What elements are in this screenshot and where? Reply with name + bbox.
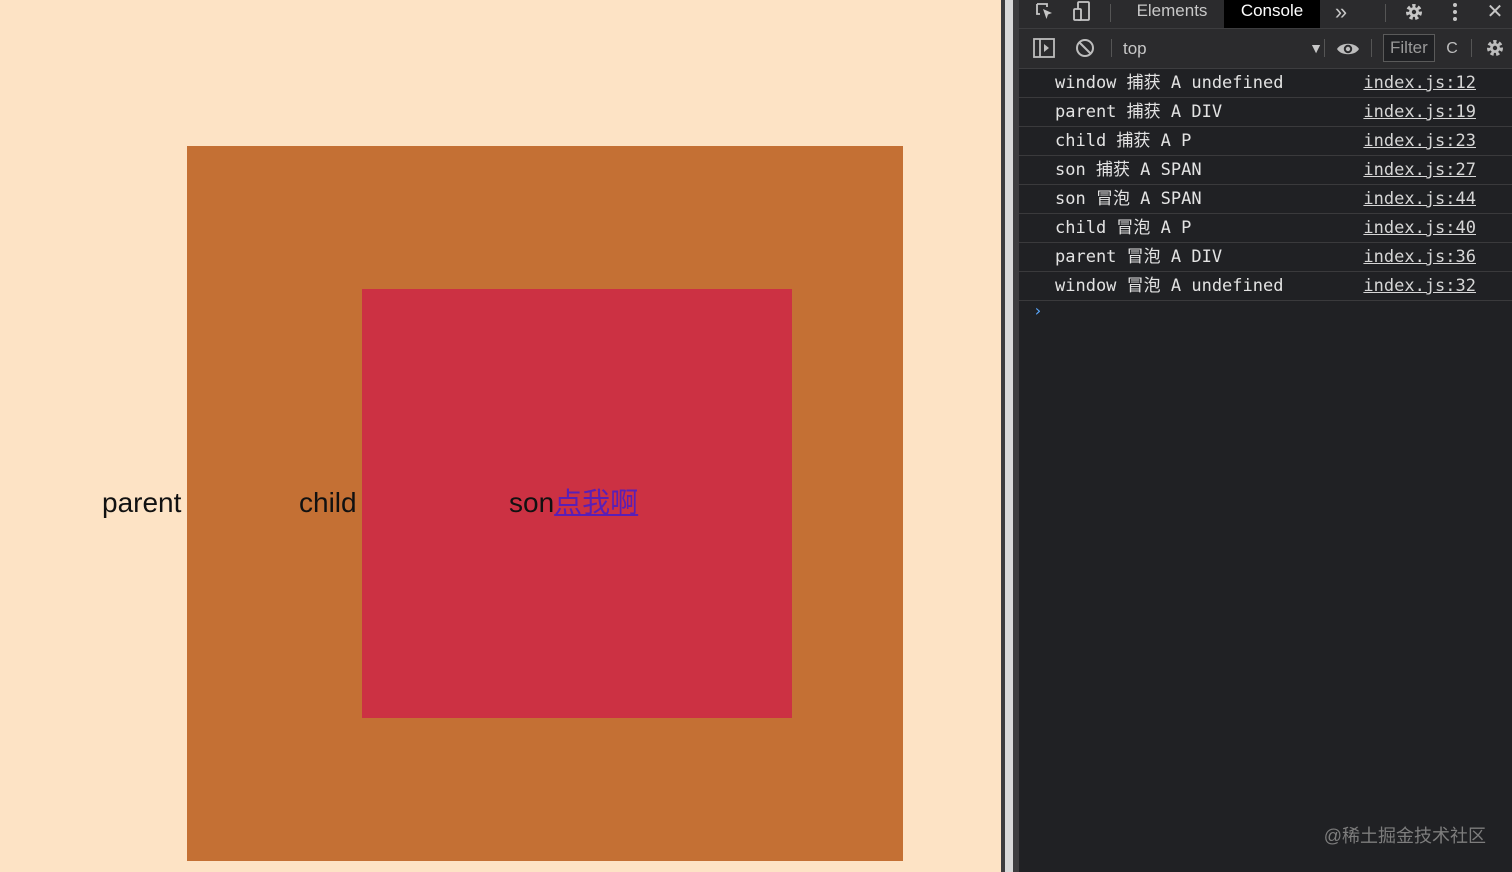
toolbar-divider (1371, 39, 1372, 57)
console-message-text: child 捕获 A P (1055, 131, 1192, 151)
console-toolbar: top ▼ C (1019, 29, 1512, 69)
console-settings-gear-icon[interactable] (1481, 29, 1509, 68)
kebab-menu-icon[interactable] (1441, 0, 1469, 26)
console-source-link[interactable]: index.js:23 (1363, 127, 1476, 155)
tab-console[interactable]: Console (1224, 0, 1320, 28)
sidebar-toggle-icon[interactable] (1031, 29, 1057, 68)
console-message: parent 冒泡 A DIV index.js:36 (1019, 243, 1512, 272)
console-message: child 捕获 A P index.js:23 (1019, 127, 1512, 156)
context-select-value: top (1123, 39, 1147, 58)
watermark: @稀土掘金技术社区 (1323, 826, 1486, 846)
parent-label: parent (102, 487, 182, 518)
console-messages: window 捕获 A undefined index.js:12 parent… (1019, 69, 1512, 301)
console-source-link[interactable]: index.js:12 (1363, 69, 1476, 97)
gear-icon[interactable] (1399, 0, 1429, 26)
eye-icon[interactable] (1333, 29, 1363, 68)
console-source-link[interactable]: index.js:27 (1363, 156, 1476, 184)
console-message-text: son 冒泡 A SPAN (1055, 189, 1202, 209)
filter-input[interactable] (1383, 34, 1435, 62)
splitter-handle[interactable] (1005, 0, 1013, 872)
devtools-tabbar: Elements Console » ✕ (1019, 0, 1512, 29)
console-message-text: window 捕获 A undefined (1055, 73, 1284, 93)
console-message: window 冒泡 A undefined index.js:32 (1019, 272, 1512, 301)
device-toggle-icon[interactable] (1069, 0, 1097, 26)
console-message-text: window 冒泡 A undefined (1055, 276, 1284, 296)
inspect-element-icon[interactable] (1031, 0, 1059, 26)
console-source-link[interactable]: index.js:44 (1363, 185, 1476, 213)
clear-console-icon[interactable] (1073, 29, 1097, 68)
console-message-text: child 冒泡 A P (1055, 218, 1192, 238)
tabbar-divider (1110, 4, 1111, 22)
console-message: parent 捕获 A DIV index.js:19 (1019, 98, 1512, 127)
console-prompt[interactable]: › (1033, 301, 1043, 320)
console-message-text: parent 冒泡 A DIV (1055, 247, 1223, 267)
context-select[interactable]: top ▼ (1123, 29, 1323, 68)
console-message: child 冒泡 A P index.js:40 (1019, 214, 1512, 243)
console-source-link[interactable]: index.js:40 (1363, 214, 1476, 242)
tab-elements[interactable]: Elements (1123, 0, 1221, 28)
console-message: window 捕获 A undefined index.js:12 (1019, 69, 1512, 98)
son-label: son (509, 487, 555, 518)
dropdown-arrow-icon: ▼ (1309, 40, 1323, 56)
console-message-text: parent 捕获 A DIV (1055, 102, 1223, 122)
console-source-link[interactable]: index.js:32 (1363, 272, 1476, 300)
toolbar-divider (1111, 39, 1112, 57)
toolbar-divider (1324, 39, 1325, 57)
console-source-link[interactable]: index.js:36 (1363, 243, 1476, 271)
console-source-link[interactable]: index.js:19 (1363, 98, 1476, 126)
son-link[interactable]: 点我啊 (554, 487, 638, 518)
devtools-splitter[interactable] (1001, 0, 1019, 872)
toolbar-divider (1471, 39, 1472, 57)
son-element: son点我啊 (509, 489, 638, 517)
console-message-text: son 捕获 A SPAN (1055, 160, 1202, 180)
console-message: son 冒泡 A SPAN index.js:44 (1019, 185, 1512, 214)
tabbar-divider (1385, 4, 1386, 22)
page-viewport: parent child son点我啊 (0, 0, 1001, 872)
devtools-panel: Elements Console » ✕ top ▼ Filter C wind… (1019, 0, 1512, 872)
close-icon[interactable]: ✕ (1481, 0, 1509, 26)
console-message: son 捕获 A SPAN index.js:27 (1019, 156, 1512, 185)
custom-levels-truncated[interactable]: C (1443, 29, 1461, 68)
child-label: child (299, 487, 357, 518)
more-tabs-icon[interactable]: » (1327, 0, 1355, 26)
